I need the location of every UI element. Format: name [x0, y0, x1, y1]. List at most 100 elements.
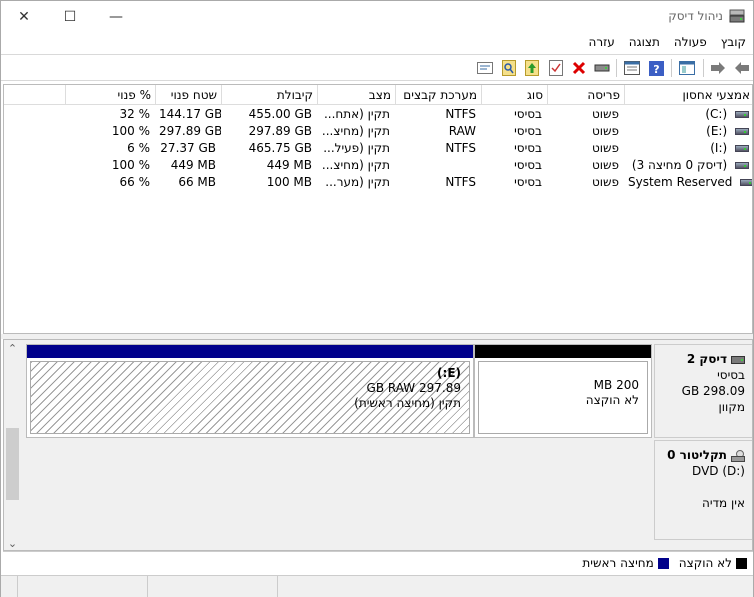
cell-free-space: 27.37 GB: [160, 141, 216, 155]
col-layout[interactable]: פריסה: [547, 85, 624, 105]
col-file-system[interactable]: מערכת קבצים: [395, 85, 481, 105]
cell-type: בסיסי: [514, 158, 542, 172]
export-list-icon[interactable]: [476, 59, 494, 77]
volume-list-header: אמצעי אחסון פריסה סוג מערכת קבצים מצב קי…: [4, 85, 752, 105]
disk-2-status: מקוון: [718, 400, 745, 414]
cell-file-system: RAW: [448, 124, 476, 138]
cell-free-space: 449 MB: [170, 158, 216, 172]
menu-file[interactable]: קובץ: [714, 33, 753, 53]
forward-icon[interactable]: [709, 59, 727, 77]
cdrom-0-status: אין מדיה: [701, 496, 745, 510]
cell-free-space: 297.89 GB: [159, 124, 221, 138]
disk-2-size: 298.09 GB: [681, 384, 745, 398]
volume-name: (C:): [705, 107, 728, 121]
menu-view[interactable]: תצוגה: [622, 33, 667, 53]
cdrom-0-label[interactable]: תקליטור 0 DVD (D:) אין מדיה: [654, 440, 752, 540]
cell-layout: פשוט: [591, 175, 619, 189]
back-icon[interactable]: [733, 59, 751, 77]
drive-icon: [735, 128, 749, 135]
console-tree-icon[interactable]: [678, 59, 696, 77]
table-row[interactable]: (E:) פשוט בסיסי RAW תקין (מחיצ... 297.89 GB 2…: [4, 123, 752, 140]
cell-percent-free: 6 %: [127, 141, 150, 155]
cell-type: בסיסי: [514, 141, 542, 155]
cell-capacity: 449 MB: [266, 158, 312, 172]
check-icon[interactable]: [547, 59, 565, 77]
partition-e-status: תקין (מחיצה ראשית): [354, 396, 461, 410]
cell-status: תקין (אתח...: [323, 107, 390, 121]
disk-2-label[interactable]: דיסק 2 בסיסי 298.09 GB מקוון: [654, 344, 752, 438]
col-capacity[interactable]: קיבולת: [221, 85, 317, 105]
cell-type: בסיסי: [514, 175, 542, 189]
volume-name: (I:): [710, 141, 728, 155]
scroll-thumb[interactable]: [6, 428, 19, 500]
volume-name: (E:): [706, 124, 728, 138]
cell-volume: System Reserved: [624, 174, 752, 191]
table-row[interactable]: (C:) פשוט בסיסי NTFS תקין (אתח... 455.00 GB 1…: [4, 106, 752, 123]
help-icon[interactable]: ?: [647, 59, 665, 77]
disk-management-icon: [729, 9, 745, 23]
partition-unallocated[interactable]: 200 MB לא הוקצה: [474, 344, 652, 438]
cell-percent-free: 66 %: [119, 175, 151, 189]
up-folder-icon[interactable]: [523, 59, 541, 77]
legend-swatch-primary: [657, 557, 669, 569]
svg-text:?: ?: [653, 63, 659, 76]
vertical-scrollbar[interactable]: ⌃ ⌄: [4, 340, 21, 550]
menu-help[interactable]: עזרה: [582, 33, 622, 53]
cell-free-space: 66 MB: [178, 175, 216, 189]
close-button[interactable]: ✕: [1, 1, 47, 33]
cell-volume: (E:): [624, 123, 752, 140]
menu-bar: קובץ פעולה תצוגה עזרה: [1, 33, 753, 53]
menu-action[interactable]: פעולה: [667, 33, 714, 53]
cell-free-space: 144.17 GB: [159, 107, 221, 121]
disk-2-type: בסיסי: [717, 368, 745, 382]
cdrom-0-type: DVD (D:): [692, 464, 745, 478]
cell-layout: פשוט: [591, 124, 619, 138]
properties-icon[interactable]: [623, 59, 641, 77]
search-icon[interactable]: [500, 59, 518, 77]
cell-capacity: 455.00 GB: [248, 107, 312, 121]
table-row[interactable]: (I:) פשוט בסיסי NTFS תקין (פעיל... 465.75 GB…: [4, 140, 752, 157]
partition-e-size: 297.89 GB RAW: [366, 381, 461, 395]
col-type[interactable]: סוג: [481, 85, 547, 105]
cell-capacity: 465.75 GB: [248, 141, 312, 155]
col-volume[interactable]: אמצעי אחסון: [624, 85, 752, 105]
col-percent-free[interactable]: % פנוי: [65, 85, 155, 105]
partition-e-body: (E:) 297.89 GB RAW תקין (מחיצה ראשית): [30, 361, 470, 434]
table-row[interactable]: (דיסק 0 מחיצה 3) פשוט בסיסי תקין (מחיצ... 4…: [4, 157, 752, 174]
volume-list: אמצעי אחסון פריסה סוג מערכת קבצים מצב קי…: [3, 84, 753, 334]
cell-file-system: NTFS: [445, 107, 476, 121]
volume-name: (דיסק 0 מחיצה 3): [631, 158, 728, 172]
cell-status: תקין (מער...: [325, 175, 390, 189]
minimize-button[interactable]: —: [93, 1, 139, 33]
unallocated-bar: [475, 345, 651, 358]
cell-layout: פשוט: [591, 141, 619, 155]
cell-layout: פשוט: [591, 107, 619, 121]
drive-icon: [735, 162, 749, 169]
cell-file-system: [395, 157, 481, 174]
cell-status: תקין (מחיצ...: [321, 124, 390, 138]
rescan-icon[interactable]: [593, 59, 611, 77]
scroll-down-icon[interactable]: ⌄: [4, 535, 21, 550]
window-title: ניהול דיסק: [668, 9, 723, 23]
delete-icon[interactable]: [570, 59, 588, 77]
drive-icon: [735, 111, 749, 118]
disk-2-row: דיסק 2 בסיסי 298.09 GB מקוון 200 MB לא ה…: [26, 344, 752, 438]
cell-volume: (דיסק 0 מחיצה 3): [624, 157, 752, 174]
cell-percent-free: 100 %: [111, 124, 150, 138]
cdrom-0-row: תקליטור 0 DVD (D:) אין מדיה: [26, 440, 752, 540]
cell-type: בסיסי: [514, 124, 542, 138]
cell-layout: פשוט: [591, 158, 619, 172]
table-row[interactable]: System Reserved פשוט בסיסי NTFS תקין (מער..…: [4, 174, 752, 191]
scroll-up-icon[interactable]: ⌃: [4, 340, 21, 357]
maximize-button[interactable]: ☐: [47, 1, 93, 33]
col-free-space[interactable]: שטח פנוי: [155, 85, 221, 105]
cell-status: תקין (פעיל...: [323, 141, 390, 155]
unallocated-body: 200 MB לא הוקצה: [478, 361, 648, 434]
cell-percent-free: 100 %: [111, 158, 150, 172]
partition-e[interactable]: (E:) 297.89 GB RAW תקין (מחיצה ראשית): [26, 344, 474, 438]
cell-type: בסיסי: [514, 107, 542, 121]
drive-icon: [740, 179, 752, 186]
cdrom-0-name: תקליטור 0: [667, 448, 727, 462]
partition-e-label: (E:): [437, 366, 461, 380]
col-status[interactable]: מצב: [317, 85, 395, 105]
